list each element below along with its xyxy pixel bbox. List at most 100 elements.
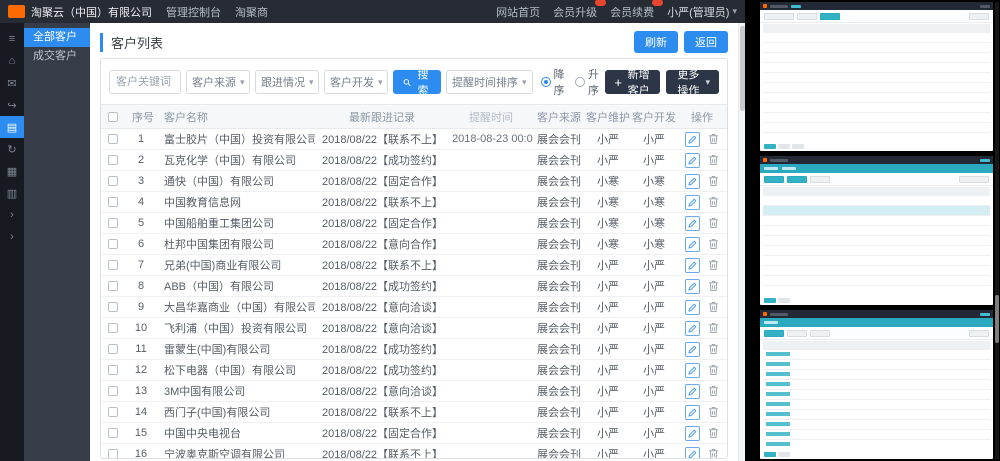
- th-remind-time[interactable]: 提醒时间: [449, 105, 533, 129]
- home-icon[interactable]: ⌂: [0, 50, 24, 72]
- delete-button[interactable]: [708, 343, 719, 355]
- th-source[interactable]: 客户来源: [533, 105, 585, 129]
- delete-button[interactable]: [708, 175, 719, 187]
- archive-icon[interactable]: ▦: [0, 160, 24, 182]
- edit-button[interactable]: [685, 132, 700, 147]
- row-checkbox[interactable]: [108, 407, 118, 417]
- delete-button[interactable]: [708, 427, 719, 439]
- row-checkbox[interactable]: [108, 386, 118, 396]
- delete-button[interactable]: [708, 217, 719, 229]
- refresh-icon[interactable]: ↻: [0, 138, 24, 160]
- edit-button[interactable]: [685, 342, 700, 357]
- cell-checkbox: [101, 234, 125, 255]
- row-checkbox[interactable]: [108, 176, 118, 186]
- delete-button[interactable]: [708, 406, 719, 418]
- customer-list-icon[interactable]: ▤: [0, 116, 24, 138]
- delete-button[interactable]: [708, 448, 719, 458]
- edit-button[interactable]: [685, 195, 700, 210]
- message-icon[interactable]: ✉: [0, 72, 24, 94]
- row-checkbox[interactable]: [108, 449, 118, 458]
- nav-member-upgrade[interactable]: 会员升级: [553, 4, 597, 20]
- row-checkbox[interactable]: [108, 302, 118, 312]
- delete-button[interactable]: [708, 322, 719, 334]
- delete-button[interactable]: [708, 196, 719, 208]
- cell-latest-record: 2018/08/22【联系不上】: [315, 192, 449, 213]
- delete-button[interactable]: [708, 385, 719, 397]
- edit-button[interactable]: [685, 426, 700, 441]
- cell-latest-record: 2018/08/22【固定合作】: [315, 171, 449, 192]
- user-name: 小严(管理员): [667, 4, 729, 20]
- user-menu[interactable]: 小严(管理员) ▾: [667, 4, 737, 20]
- edit-button[interactable]: [685, 279, 700, 294]
- row-checkbox[interactable]: [108, 239, 118, 249]
- th-latest-record[interactable]: 最新跟进记录: [315, 105, 449, 129]
- row-checkbox[interactable]: [108, 218, 118, 228]
- chevron-right-icon-2[interactable]: ›: [0, 226, 24, 248]
- sort-desc-radio[interactable]: 降序: [541, 66, 566, 98]
- delete-button[interactable]: [708, 301, 719, 313]
- delete-button[interactable]: [708, 364, 719, 376]
- signout-icon[interactable]: ↪: [0, 94, 24, 116]
- row-checkbox[interactable]: [108, 281, 118, 291]
- sort-asc-radio[interactable]: 升序: [575, 66, 600, 98]
- keyword-input[interactable]: [109, 70, 181, 94]
- th-customer-name[interactable]: 客户名称: [157, 105, 315, 129]
- cell-source: 展会会刊: [533, 213, 585, 234]
- th-developer[interactable]: 客户开发: [631, 105, 677, 129]
- th-actions[interactable]: 操作: [677, 105, 727, 129]
- edit-button[interactable]: [685, 447, 700, 459]
- edit-button[interactable]: [685, 258, 700, 273]
- edit-button[interactable]: [685, 363, 700, 378]
- edit-button[interactable]: [685, 216, 700, 231]
- edit-button[interactable]: [685, 321, 700, 336]
- delete-button[interactable]: [708, 259, 719, 271]
- row-checkbox[interactable]: [108, 134, 118, 144]
- company-name[interactable]: 淘聚云（中国）有限公司: [31, 4, 152, 20]
- add-customer-button[interactable]: + 新增客户: [605, 70, 660, 94]
- source-select[interactable]: 客户来源 ▾: [186, 70, 250, 94]
- refresh-button[interactable]: 刷新: [634, 31, 678, 53]
- select-all-checkbox[interactable]: [108, 112, 118, 122]
- row-checkbox[interactable]: [108, 155, 118, 165]
- sidebar-item-all-customers[interactable]: 全部客户: [24, 28, 90, 47]
- nav-taojushang[interactable]: 淘聚商: [235, 4, 268, 20]
- edit-button[interactable]: [685, 300, 700, 315]
- preview-chip: [969, 13, 989, 20]
- edit-button[interactable]: [685, 384, 700, 399]
- sidebar-item-deal-customers[interactable]: 成交客户: [24, 47, 90, 66]
- browser-scrollbar[interactable]: [995, 2, 999, 459]
- row-checkbox[interactable]: [108, 365, 118, 375]
- chart-icon[interactable]: ▥: [0, 182, 24, 204]
- cell-index: 11: [125, 339, 157, 360]
- delete-button[interactable]: [708, 133, 719, 145]
- app-scrollbar[interactable]: [738, 23, 745, 461]
- row-checkbox[interactable]: [108, 428, 118, 438]
- search-button[interactable]: 搜索: [393, 70, 441, 94]
- remind-sort-select[interactable]: 提醒时间排序 ▾: [446, 70, 533, 94]
- nav-admin-console[interactable]: 管理控制台: [166, 4, 221, 20]
- sort-asc-label: 升序: [588, 66, 600, 98]
- develop-select[interactable]: 客户开发 ▾: [324, 70, 388, 94]
- chevron-right-icon[interactable]: ›: [0, 204, 24, 226]
- followup-select[interactable]: 跟进情况 ▾: [255, 70, 319, 94]
- menu-icon[interactable]: ≡: [0, 28, 24, 50]
- app-logo-icon[interactable]: [8, 5, 25, 18]
- edit-button[interactable]: [685, 405, 700, 420]
- row-checkbox[interactable]: [108, 323, 118, 333]
- browser-scrollbar-thumb[interactable]: [995, 295, 999, 343]
- more-actions-button[interactable]: 更多操作 ▾: [666, 70, 719, 94]
- row-checkbox[interactable]: [108, 197, 118, 207]
- th-index[interactable]: 序号: [125, 105, 157, 129]
- delete-button[interactable]: [708, 154, 719, 166]
- nav-member-renew[interactable]: 会员续费: [610, 4, 654, 20]
- edit-button[interactable]: [685, 153, 700, 168]
- th-keeper[interactable]: 客户维护: [585, 105, 631, 129]
- edit-button[interactable]: [685, 237, 700, 252]
- row-checkbox[interactable]: [108, 260, 118, 270]
- delete-button[interactable]: [708, 280, 719, 292]
- edit-button[interactable]: [685, 174, 700, 189]
- delete-button[interactable]: [708, 238, 719, 250]
- back-button[interactable]: 返回: [684, 31, 728, 53]
- row-checkbox[interactable]: [108, 344, 118, 354]
- nav-site-home[interactable]: 网站首页: [496, 4, 540, 20]
